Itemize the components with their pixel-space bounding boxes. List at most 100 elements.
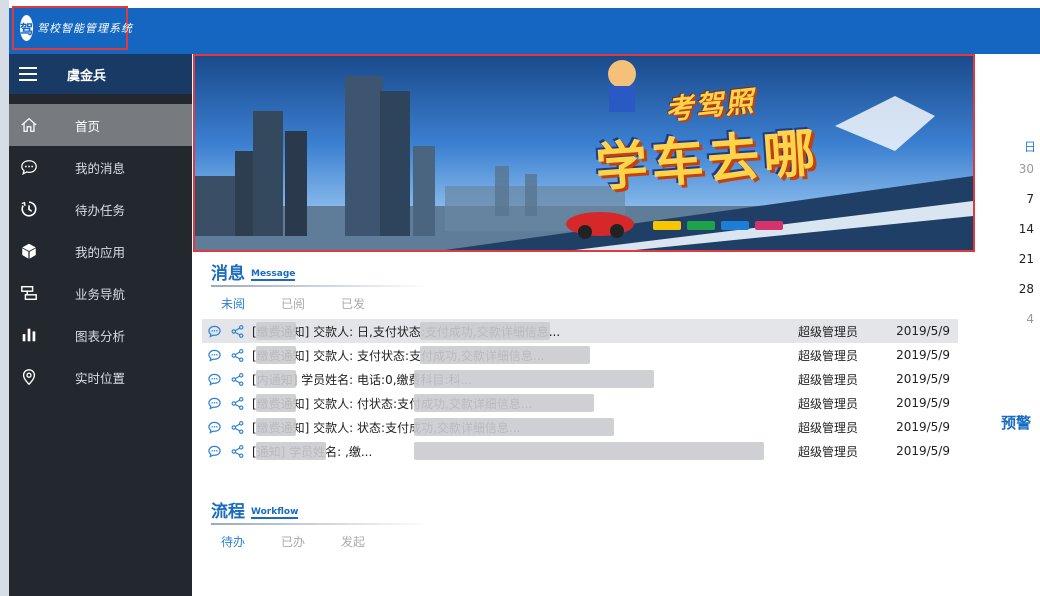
message-sender: 超级管理员 (798, 372, 859, 387)
calendar-fragment: 日 30 7 14 21 28 4 (1000, 138, 1040, 334)
sidebar-item-charts[interactable]: 图表分析 (9, 314, 192, 356)
redaction-blur (414, 418, 614, 436)
sidebar: 虞金兵 首页 我的消息 待办任务 我的应用 业务导航 图表分析 实时位置 (9, 54, 192, 596)
comment-icon[interactable] (207, 420, 221, 434)
sidebar-item-apps[interactable]: 我的应用 (9, 230, 192, 272)
share-icon[interactable] (230, 444, 244, 458)
message-date: 2019/5/9 (896, 444, 950, 458)
comment-icon[interactable] (207, 324, 221, 338)
hamburger-menu-icon[interactable] (19, 67, 37, 81)
comment-icon[interactable] (207, 444, 221, 458)
tab-todo[interactable]: 待办 (221, 533, 281, 550)
calendar-day[interactable]: 14 (1000, 214, 1040, 244)
sidebar-item-label: 首页 (75, 118, 101, 134)
sidebar-item-label: 实时位置 (75, 370, 126, 386)
redaction-blur (256, 418, 296, 436)
table-row[interactable]: [缴费通知] 交款人: 日,支付状态:支付成功,交款详细信息... 超级管理员 … (202, 319, 958, 343)
nav-icon (19, 283, 39, 303)
banner-heading: 学车去哪 (593, 122, 822, 199)
redaction-blur (256, 370, 296, 388)
message-date: 2019/5/9 (896, 372, 950, 386)
tab-initiated[interactable]: 发起 (341, 533, 401, 550)
top-header-bar (9, 8, 1040, 54)
sidebar-item-label: 业务导航 (75, 286, 126, 302)
message-sender: 超级管理员 (798, 396, 859, 411)
calendar-weekday-header: 日 (1023, 140, 1036, 154)
tab-done[interactable]: 已办 (281, 533, 341, 550)
sidebar-item-label: 图表分析 (75, 328, 126, 344)
table-row[interactable]: [缴费通知] 交款人: 付状态:支付成功,交款详细信息... 超级管理员 201… (202, 391, 958, 415)
redaction-blur (256, 322, 296, 340)
banner-button-3[interactable] (721, 221, 749, 230)
redaction-blur (414, 394, 594, 412)
comment-icon[interactable] (207, 396, 221, 410)
cube-icon (19, 241, 39, 261)
calendar-day[interactable]: 30 (1000, 154, 1040, 184)
promo-banner[interactable]: 考驾照 学车去哪 (193, 54, 975, 252)
app-logo[interactable]: 驾 驾校智能管理系统 (12, 6, 132, 50)
top-margin (9, 0, 1040, 8)
redaction-blur (256, 394, 296, 412)
table-row[interactable]: [缴费通知] 交款人: 支付状态:支付成功,交款详细信息... 超级管理员 20… (202, 343, 958, 367)
share-icon[interactable] (230, 396, 244, 410)
sidebar-item-messages[interactable]: 我的消息 (9, 146, 192, 188)
messages-tabs: 未阅 已阅 已发 (211, 295, 971, 312)
section-title: 消息 (211, 264, 245, 284)
banner-button-2[interactable] (687, 221, 715, 230)
banner-button-1[interactable] (653, 221, 681, 230)
message-sender: 超级管理员 (798, 348, 859, 363)
bar-chart-icon (19, 325, 39, 345)
redaction-blur (256, 442, 326, 460)
comment-icon[interactable] (207, 372, 221, 386)
sidebar-header: 虞金兵 (9, 54, 192, 94)
timer-icon (19, 199, 39, 219)
share-icon[interactable] (230, 420, 244, 434)
tab-read[interactable]: 已阅 (281, 295, 341, 312)
comment-icon[interactable] (207, 348, 221, 362)
share-icon[interactable] (230, 348, 244, 362)
tab-unread[interactable]: 未阅 (221, 295, 281, 312)
message-date: 2019/5/9 (896, 324, 950, 338)
tab-sent[interactable]: 已发 (341, 295, 401, 312)
message-date: 2019/5/9 (896, 348, 950, 362)
message-list: [缴费通知] 交款人: 日,支付状态:支付成功,交款详细信息... 超级管理员 … (202, 319, 958, 463)
banner-button-group (653, 221, 783, 230)
calendar-day[interactable]: 21 (1000, 244, 1040, 274)
sidebar-username: 虞金兵 (67, 68, 107, 84)
redaction-blur (414, 442, 764, 460)
calendar-day[interactable]: 28 (1000, 274, 1040, 304)
logo-text: 驾校智能管理系统 (37, 22, 134, 35)
sidebar-item-home[interactable]: 首页 (9, 104, 192, 146)
sidebar-item-tasks[interactable]: 待办任务 (9, 188, 192, 230)
message-date: 2019/5/9 (896, 420, 950, 434)
section-subtitle: Message (251, 269, 296, 281)
sidebar-item-label: 我的消息 (75, 160, 126, 176)
message-sender: 超级管理员 (798, 324, 859, 339)
redaction-blur (256, 346, 296, 364)
message-sender: 超级管理员 (798, 420, 859, 435)
messages-section: 消息 Message 未阅 已阅 已发 (211, 260, 971, 312)
logo-badge-icon: 驾 (20, 15, 34, 41)
left-edge-strip (0, 0, 9, 596)
table-row[interactable]: [通知] 学员姓名: ,缴... 超级管理员 2019/5/9 (202, 439, 958, 463)
banner-cityscape-illustration (195, 60, 973, 250)
table-row[interactable]: [内通知] 学员姓名: 电话:0,缴费科目:科... 超级管理员 2019/5/… (202, 367, 958, 391)
share-icon[interactable] (230, 324, 244, 338)
workflow-tabs: 待办 已办 发起 (211, 533, 971, 550)
sidebar-item-location[interactable]: 实时位置 (9, 356, 192, 398)
message-date: 2019/5/9 (896, 396, 950, 410)
table-row[interactable]: [缴费通知] 交款人: 状态:支付成功,交款详细信息... 超级管理员 2019… (202, 415, 958, 439)
calendar-day[interactable]: 7 (1000, 184, 1040, 214)
section-subtitle: Workflow (251, 507, 299, 519)
sidebar-item-label: 待办任务 (75, 202, 126, 218)
share-icon[interactable] (230, 372, 244, 386)
redaction-blur (420, 322, 550, 340)
section-title: 流程 (211, 502, 245, 522)
banner-button-4[interactable] (755, 221, 783, 230)
message-sender: 超级管理员 (798, 444, 859, 459)
calendar-day[interactable]: 4 (1000, 304, 1040, 334)
sidebar-item-navigation[interactable]: 业务导航 (9, 272, 192, 314)
warning-section-title: 预警 (1001, 414, 1032, 432)
redaction-blur (414, 370, 654, 388)
location-pin-icon (19, 367, 39, 387)
